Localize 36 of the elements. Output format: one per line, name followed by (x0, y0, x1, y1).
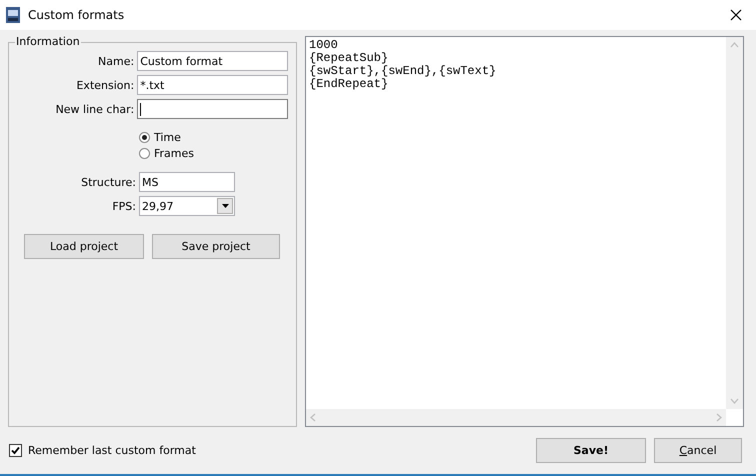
input-field[interactable]: *.txt (137, 75, 288, 95)
window-title: Custom formats (28, 8, 126, 22)
save-project-button[interactable]: Save project (152, 234, 280, 259)
field-label: Structure: (80, 176, 137, 188)
close-icon[interactable] (730, 9, 742, 21)
vertical-scrollbar[interactable] (726, 37, 743, 409)
group-title: Information (15, 35, 81, 48)
radio-label: Time (154, 131, 181, 144)
fps-dropdown[interactable]: 29,97 (139, 196, 235, 216)
cancel-button[interactable]: Cancel (654, 438, 742, 463)
input-field[interactable]: MS (139, 172, 235, 192)
checkbox-label: Remember last custom format (28, 444, 197, 457)
input-field[interactable]: Custom format (137, 51, 288, 71)
field-label: Extension: (75, 78, 136, 92)
input-field[interactable] (137, 99, 288, 119)
radio-label: Frames (154, 147, 194, 160)
radio-button[interactable] (139, 132, 150, 143)
field-label: New line char: (54, 102, 136, 116)
field-label: Name: (97, 54, 136, 68)
horizontal-scrollbar[interactable] (306, 409, 726, 426)
save-button[interactable]: Save! (536, 438, 646, 463)
code-line: {swStart},{swEnd},{swText} (309, 65, 498, 78)
radio-button[interactable] (139, 148, 150, 159)
code-line: 1000 (309, 39, 339, 52)
text-editor[interactable]: 1000 {RepeatSub} {swStart},{swEnd},{swText} {EndRepeat} (305, 36, 744, 427)
scroll-left-icon[interactable] (310, 413, 316, 422)
scroll-up-icon[interactable] (730, 42, 739, 48)
app-icon (6, 7, 20, 23)
code-line: {RepeatSub} (309, 52, 390, 65)
scroll-down-icon[interactable] (730, 398, 739, 404)
checkbox[interactable] (9, 444, 22, 457)
load-project-button[interactable]: Load project (24, 234, 144, 259)
scroll-right-icon[interactable] (716, 413, 722, 422)
caret-icon (222, 204, 228, 208)
code-line: {EndRepeat} (309, 78, 390, 91)
field-label: FPS: (111, 200, 137, 212)
